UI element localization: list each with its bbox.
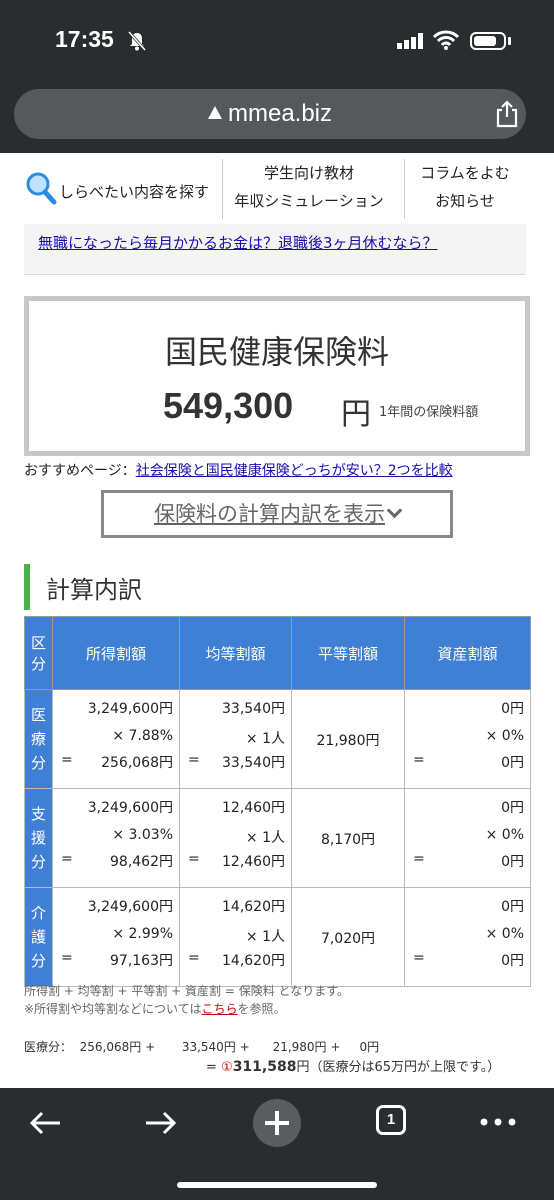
footnote-prefix: ※所得割や均等割などについては bbox=[24, 1002, 202, 1016]
breakdown-table: 区分 所得割額 均等割額 平等割額 資産割額 医療分 3,249,600円 × 7… bbox=[24, 616, 531, 987]
header-per-capita: 均等割額 bbox=[179, 616, 292, 690]
row-label: 支援分 bbox=[24, 788, 53, 888]
asset-cell: 0円 × 0% = 0円 bbox=[404, 689, 531, 789]
address-bar[interactable]: mmea.biz bbox=[14, 89, 526, 139]
section-title: 計算内訳 bbox=[46, 576, 142, 604]
income-cell: 3,249,600円 × 2.99% = 97,163円 bbox=[52, 887, 180, 987]
recommend-prefix: おすすめページ： bbox=[24, 463, 136, 479]
table-header-row: 区分 所得割額 均等割額 平等割額 資産割額 bbox=[24, 616, 531, 690]
asset-cell: 0円 × 0% = 0円 bbox=[404, 788, 531, 888]
nav-column-3: コラムをよむ お知らせ bbox=[404, 159, 525, 219]
flat-cell: 8,170円 bbox=[291, 788, 405, 888]
asset-cell: 0円 × 0% = 0円 bbox=[404, 887, 531, 987]
summary-eq: = bbox=[206, 1060, 222, 1075]
new-tab-plus-icon[interactable] bbox=[252, 1098, 302, 1148]
summary-formula: 医療分： 256,068円 + 33,540円 + 21,980円 + 0円 bbox=[24, 1040, 380, 1054]
wifi-icon bbox=[433, 30, 459, 50]
nav-column-2: 学生向け教材 年収シミュレーション bbox=[222, 159, 395, 219]
header-asset: 資産割額 bbox=[404, 616, 531, 690]
income-cell: 3,249,600円 × 7.88% = 256,068円 bbox=[52, 689, 180, 789]
nav-link-student[interactable]: 学生向け教材 bbox=[223, 159, 395, 187]
result-unit: 円 bbox=[341, 397, 371, 432]
summary-total-value: 311,588 bbox=[232, 1059, 297, 1075]
site-nav: しらべたい内容を探す 学生向け教材 年収シミュレーション コラムをよむ お知らせ bbox=[0, 153, 554, 225]
show-breakdown-label: 保険料の計算内訳を表示 bbox=[154, 502, 385, 526]
related-card: 無職になったら毎月かかるお金は？退職後3ヶ月休むなら？ bbox=[24, 224, 526, 275]
nav-link-salary-sim[interactable]: 年収シミュレーション bbox=[223, 187, 395, 215]
silent-bell-icon bbox=[127, 31, 147, 51]
summary-circle-mark: ① bbox=[221, 1060, 233, 1075]
show-breakdown-button[interactable]: 保険料の計算内訳を表示 bbox=[101, 490, 453, 538]
row-label: 介護分 bbox=[24, 887, 53, 987]
header-category: 区分 bbox=[24, 616, 53, 690]
footnote-link[interactable]: こちら bbox=[201, 1002, 237, 1016]
flat-cell: 21,980円 bbox=[291, 689, 405, 789]
summary-suffix: 円（医療分は65万円が上限です。） bbox=[296, 1060, 501, 1075]
row-label: 医療分 bbox=[24, 689, 53, 789]
tab-count: 1 bbox=[386, 1111, 396, 1128]
home-indicator bbox=[177, 1182, 377, 1188]
share-icon[interactable] bbox=[494, 100, 520, 128]
footnote-reference: ※所得割や均等割などについてはこちらを参照。 bbox=[24, 1000, 286, 1017]
per-capita-cell: 33,540円 × 1人 = 33,540円 bbox=[179, 689, 292, 789]
battery-tip bbox=[508, 37, 511, 45]
nav-search-label: しらべたい内容を探す bbox=[59, 183, 210, 201]
section-heading: 計算内訳 bbox=[24, 564, 530, 610]
result-note: 1年間の保険料額 bbox=[379, 405, 479, 420]
recommend-link[interactable]: 社会保険と国民健康保険どっちが安い？2つを比較 bbox=[136, 463, 453, 479]
result-title: 国民健康保険料 bbox=[164, 333, 389, 371]
status-time: 17:35 bbox=[55, 26, 114, 52]
battery-icon bbox=[470, 32, 506, 50]
warning-icon bbox=[207, 106, 222, 119]
search-icon bbox=[26, 172, 57, 205]
browser-chrome: 17:35 mmea.biz bbox=[0, 0, 554, 153]
more-menu-icon[interactable] bbox=[480, 1118, 516, 1126]
header-income: 所得割額 bbox=[52, 616, 180, 690]
summary-total: = ①311,588円（医療分は65万円が上限です。） bbox=[206, 1056, 500, 1075]
cellular-signal-icon bbox=[397, 33, 423, 49]
recommend-line: おすすめページ：社会保険と国民健康保険どっちが安い？2つを比較 bbox=[24, 460, 453, 480]
page-content: 無職になったら毎月かかるお金は？退職後3ヶ月休むなら？ 国民健康保険料 549,… bbox=[0, 224, 554, 1088]
chevron-down-icon bbox=[386, 502, 403, 519]
per-capita-cell: 12,460円 × 1人 = 12,460円 bbox=[179, 788, 292, 888]
result-box: 国民健康保険料 549,300 円 1年間の保険料額 bbox=[24, 296, 530, 456]
table-row: 介護分 3,249,600円 × 2.99% = 97,163円 14,620円 × 1… bbox=[24, 887, 531, 987]
nav-search[interactable]: しらべたい内容を探す bbox=[25, 169, 225, 209]
nav-link-news[interactable]: お知らせ bbox=[405, 187, 525, 215]
footnote-suffix: を参照。 bbox=[237, 1002, 286, 1016]
url-text: mmea.biz bbox=[227, 100, 333, 127]
nav-link-column[interactable]: コラムをよむ bbox=[405, 159, 525, 187]
result-amount: 549,300 bbox=[163, 385, 294, 426]
table-row: 医療分 3,249,600円 × 7.88% = 256,068円 33,540円 × … bbox=[24, 689, 531, 789]
forward-arrow-icon[interactable] bbox=[144, 1110, 178, 1136]
tabs-icon[interactable]: 1 bbox=[376, 1105, 406, 1135]
footnote-formula: 所得割 + 均等割 + 平等割 + 資産割 = 保険料 となります。 bbox=[24, 984, 349, 998]
back-arrow-icon[interactable] bbox=[28, 1110, 62, 1136]
flat-cell: 7,020円 bbox=[291, 887, 405, 987]
header-flat: 平等割額 bbox=[291, 616, 405, 690]
table-row: 支援分 3,249,600円 × 3.03% = 98,462円 12,460円 × 1… bbox=[24, 788, 531, 888]
income-cell: 3,249,600円 × 3.03% = 98,462円 bbox=[52, 788, 180, 888]
per-capita-cell: 14,620円 × 1人 = 14,620円 bbox=[179, 887, 292, 987]
status-bar: 17:35 bbox=[0, 0, 554, 80]
related-link[interactable]: 無職になったら毎月かかるお金は？退職後3ヶ月休むなら？ bbox=[38, 232, 438, 253]
